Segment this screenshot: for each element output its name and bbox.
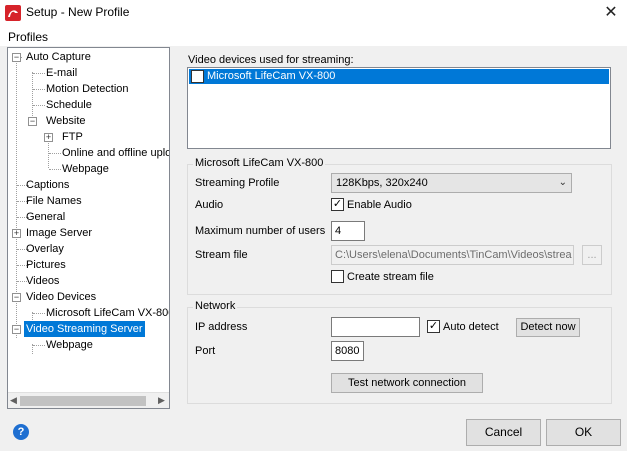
app-logo-icon — [5, 5, 21, 21]
tree-item-videos[interactable]: Videos — [24, 273, 61, 289]
port-label: Port — [195, 345, 216, 357]
tree-item-website[interactable]: Website — [44, 113, 88, 129]
tree-item-captions[interactable]: Captions — [24, 177, 71, 193]
scroll-right-icon[interactable]: ▶ — [158, 395, 165, 406]
tree-item-email[interactable]: E-mail — [44, 65, 79, 81]
expand-icon[interactable]: + — [12, 229, 21, 238]
window-title: Setup - New Profile — [26, 5, 130, 19]
tree-item-image-server[interactable]: Image Server — [24, 225, 94, 241]
max-users-label: Maximum number of users — [195, 225, 326, 237]
tree-item-lifecam[interactable]: Microsoft LifeCam VX-800 — [44, 305, 169, 321]
collapse-icon[interactable]: − — [12, 325, 21, 334]
menu-bar — [0, 27, 627, 46]
settings-tree[interactable]: − − + + − − Auto Capture E-mail Motion D… — [7, 47, 170, 409]
tree-item-file-names[interactable]: File Names — [24, 193, 84, 209]
auto-detect-label[interactable]: Auto detect — [443, 321, 499, 333]
help-icon[interactable]: ? — [13, 424, 29, 440]
close-icon[interactable]: ✕ — [600, 2, 622, 24]
enable-audio-checkbox[interactable]: ✓ — [331, 198, 344, 211]
port-input[interactable]: 8080 — [331, 341, 364, 361]
tree-item-pictures[interactable]: Pictures — [24, 257, 68, 273]
ok-button[interactable]: OK — [546, 419, 621, 446]
collapse-icon[interactable]: − — [28, 117, 37, 126]
device-checkbox[interactable] — [191, 70, 204, 83]
test-network-button[interactable]: Test network connection — [331, 373, 483, 393]
devices-label: Video devices used for streaming: — [188, 54, 354, 66]
tree-item-overlay[interactable]: Overlay — [24, 241, 66, 257]
create-stream-file-label[interactable]: Create stream file — [347, 271, 434, 283]
network-group-title: Network — [193, 300, 238, 312]
tree-item-auto-capture[interactable]: Auto Capture — [24, 49, 93, 65]
cancel-button[interactable]: Cancel — [466, 419, 541, 446]
tree-item-online-offline-upload[interactable]: Online and offline uplo — [60, 145, 169, 161]
tree-item-general[interactable]: General — [24, 209, 67, 225]
collapse-icon[interactable]: − — [12, 53, 21, 62]
tree-horizontal-scrollbar[interactable]: ◀ ▶ — [8, 392, 169, 408]
tree-item-streaming-webpage[interactable]: Webpage — [44, 337, 95, 353]
chevron-down-icon: ⌄ — [558, 177, 567, 188]
menu-profiles[interactable]: Profiles — [8, 30, 48, 44]
collapse-icon[interactable]: − — [12, 293, 21, 302]
tree-item-video-streaming-server[interactable]: Video Streaming Server — [24, 321, 145, 337]
device-list-item[interactable]: Microsoft LifeCam VX-800 — [189, 69, 609, 84]
ip-address-label: IP address — [195, 321, 248, 333]
tree-item-schedule[interactable]: Schedule — [44, 97, 94, 113]
scrollbar-thumb[interactable] — [20, 396, 146, 406]
stream-file-input[interactable]: C:\Users\elena\Documents\TinCam\Videos\s… — [331, 245, 574, 265]
create-stream-file-checkbox[interactable] — [331, 270, 344, 283]
tree-item-website-webpage[interactable]: Webpage — [60, 161, 111, 177]
detect-now-button[interactable]: Detect now — [516, 318, 580, 337]
tree-item-ftp[interactable]: FTP — [60, 129, 85, 145]
expand-icon[interactable]: + — [44, 133, 53, 142]
auto-detect-checkbox[interactable]: ✓ — [427, 320, 440, 333]
streaming-profile-select[interactable]: 128Kbps, 320x240 ⌄ — [331, 173, 572, 193]
audio-label: Audio — [195, 199, 224, 211]
tree-item-video-devices[interactable]: Video Devices — [24, 289, 98, 305]
ip-address-input[interactable] — [331, 317, 420, 337]
scroll-left-icon[interactable]: ◀ — [10, 395, 17, 406]
devices-list[interactable]: Microsoft LifeCam VX-800 — [187, 67, 611, 149]
device-group-title: Microsoft LifeCam VX-800 — [193, 157, 326, 169]
streaming-profile-label: Streaming Profile — [195, 177, 280, 189]
enable-audio-label[interactable]: Enable Audio — [347, 199, 412, 211]
max-users-input[interactable]: 4 — [331, 221, 365, 241]
streaming-profile-value: 128Kbps, 320x240 — [336, 177, 428, 189]
device-name: Microsoft LifeCam VX-800 — [207, 70, 336, 82]
browse-button[interactable]: ... — [582, 245, 602, 265]
stream-file-label: Stream file — [195, 249, 248, 261]
tree-item-motion-detection[interactable]: Motion Detection — [44, 81, 131, 97]
